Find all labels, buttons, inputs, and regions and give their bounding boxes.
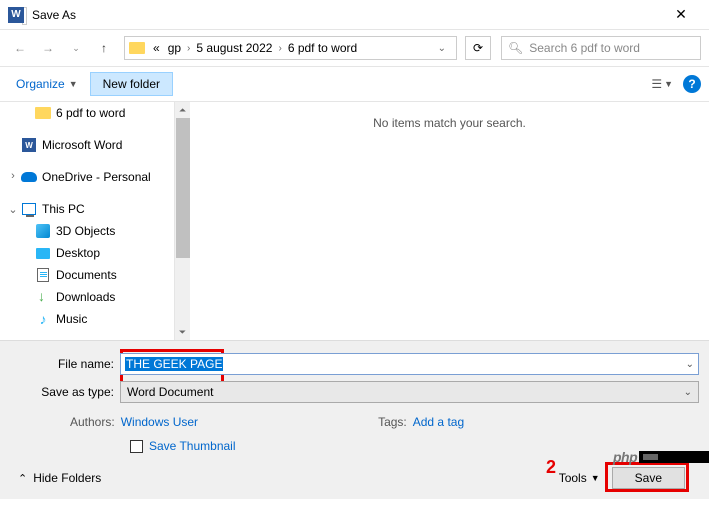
caret-down-icon: ▼ (664, 79, 673, 89)
search-placeholder: Search 6 pdf to word (529, 41, 640, 55)
tree-item[interactable]: Downloads (0, 286, 190, 308)
nav-bar: ← → ⌄ ↑ « gp › 5 august 2022 › 6 pdf to … (0, 30, 709, 66)
tree-expander[interactable]: ⌄ (6, 203, 20, 216)
downloads-icon (36, 290, 50, 304)
filetype-value: Word Document (127, 385, 213, 399)
help-button[interactable]: ? (683, 75, 701, 93)
pc-icon (22, 203, 36, 215)
window-title: Save As (32, 8, 661, 22)
close-button[interactable]: ✕ (661, 6, 701, 23)
filetype-select[interactable]: Word Document ⌄ (120, 381, 699, 403)
filename-input[interactable]: THE GEEK PAGE ⌄ (120, 353, 699, 375)
tree-label: This PC (42, 202, 85, 216)
tree-label: Music (56, 312, 87, 326)
bottom-panel: 1 2 File name: THE GEEK PAGE ⌄ Save as t… (0, 340, 709, 499)
tree-scrollbar[interactable]: ⏶ ⏷ (174, 102, 190, 340)
tree-item[interactable]: ⌄ This PC (0, 198, 190, 220)
footer-row: ⌃ Hide Folders Tools ▼ Save Cancel (10, 463, 699, 491)
toolbar: Organize ▼ New folder ☰ ▼ ? (0, 66, 709, 102)
save-thumbnail-checkbox[interactable] (130, 440, 143, 453)
folder-tree[interactable]: 6 pdf to word W Microsoft Word › OneDriv… (0, 102, 190, 340)
new-folder-button[interactable]: New folder (90, 72, 173, 96)
onedrive-icon (21, 172, 37, 182)
search-input[interactable]: 🔍︎ Search 6 pdf to word (501, 36, 701, 60)
tree-item[interactable]: W Microsoft Word (0, 134, 190, 156)
breadcrumb-item[interactable]: gp (164, 37, 185, 59)
breadcrumb-item[interactable]: 6 pdf to word (284, 37, 361, 59)
tree-label: Desktop (56, 246, 100, 260)
tree-expander[interactable]: › (6, 170, 20, 182)
tree-item[interactable]: ♪ Music (0, 308, 190, 330)
chevron-right-icon: › (276, 43, 283, 54)
filename-value: THE GEEK PAGE (125, 357, 223, 371)
back-button[interactable]: ← (8, 36, 32, 60)
forward-button[interactable]: → (36, 36, 60, 60)
tags-value[interactable]: Add a tag (413, 415, 464, 429)
thumbnail-row: Save Thumbnail (10, 435, 699, 463)
music-icon: ♪ (40, 311, 47, 327)
chevron-up-icon: ⌃ (18, 472, 27, 485)
scroll-down-icon[interactable]: ⏷ (175, 324, 190, 340)
tree-label: Documents (56, 268, 117, 282)
watermark-bar (639, 451, 709, 463)
file-list-area: No items match your search. (190, 102, 709, 340)
caret-down-icon: ▼ (69, 79, 78, 89)
tree-item[interactable]: Documents (0, 264, 190, 286)
tree-item[interactable]: › OneDrive - Personal (0, 166, 190, 188)
tree-label: Microsoft Word (42, 138, 122, 152)
hide-folders-button[interactable]: ⌃ Hide Folders (18, 471, 101, 485)
watermark: php (613, 447, 709, 467)
filetype-label: Save as type: (10, 385, 120, 399)
scroll-up-icon[interactable]: ⏶ (175, 102, 190, 118)
recent-dropdown[interactable]: ⌄ (64, 36, 88, 60)
breadcrumb-prefix[interactable]: « (149, 37, 164, 59)
breadcrumb-item[interactable]: 5 august 2022 (192, 37, 276, 59)
word-app-icon: W (8, 7, 24, 23)
tags-label: Tags: (378, 415, 407, 429)
save-button[interactable]: Save (612, 467, 685, 489)
tree-label: 6 pdf to word (56, 106, 125, 120)
view-icon: ☰ (651, 77, 662, 91)
desktop-icon (36, 248, 50, 259)
title-bar: W Save As ✕ (0, 0, 709, 30)
tools-label: Tools (559, 471, 587, 485)
filename-label: File name: (10, 357, 120, 371)
annotation-number: 2 (546, 457, 556, 478)
body-area: 6 pdf to word W Microsoft Word › OneDriv… (0, 102, 709, 340)
authors-label: Authors: (70, 415, 115, 429)
tree-item[interactable]: 3D Objects (0, 220, 190, 242)
tree-label: OneDrive - Personal (42, 170, 151, 184)
folder-icon (129, 42, 145, 54)
tree-label: Downloads (56, 290, 115, 304)
caret-down-icon: ▼ (591, 473, 600, 483)
folder-icon (35, 107, 51, 119)
authors-value[interactable]: Windows User (121, 415, 198, 429)
word-icon: W (22, 138, 36, 152)
address-bar[interactable]: « gp › 5 august 2022 › 6 pdf to word ⌄ (124, 36, 457, 60)
save-thumbnail-label[interactable]: Save Thumbnail (149, 439, 236, 453)
up-button[interactable]: ↑ (92, 36, 116, 60)
hide-folders-label: Hide Folders (33, 471, 101, 485)
3d-objects-icon (36, 224, 50, 238)
dropdown-icon[interactable]: ⌄ (686, 359, 694, 370)
refresh-button[interactable]: ⟳ (465, 36, 491, 60)
address-dropdown[interactable]: ⌄ (432, 43, 452, 54)
chevron-right-icon: › (185, 43, 192, 54)
view-options-button[interactable]: ☰ ▼ (651, 77, 673, 91)
organize-label: Organize (16, 77, 65, 91)
tree-item[interactable]: Desktop (0, 242, 190, 264)
tools-button[interactable]: Tools ▼ (559, 471, 600, 485)
scroll-thumb[interactable] (176, 118, 190, 258)
organize-button[interactable]: Organize ▼ (8, 74, 86, 94)
tree-label: 3D Objects (56, 224, 115, 238)
search-icon: 🔍︎ (508, 41, 523, 55)
dropdown-icon[interactable]: ⌄ (684, 387, 692, 398)
metadata-row: Authors: Windows User Tags: Add a tag (10, 409, 699, 435)
tree-item[interactable]: 6 pdf to word (0, 102, 190, 124)
empty-message: No items match your search. (373, 116, 526, 130)
documents-icon (37, 268, 49, 282)
